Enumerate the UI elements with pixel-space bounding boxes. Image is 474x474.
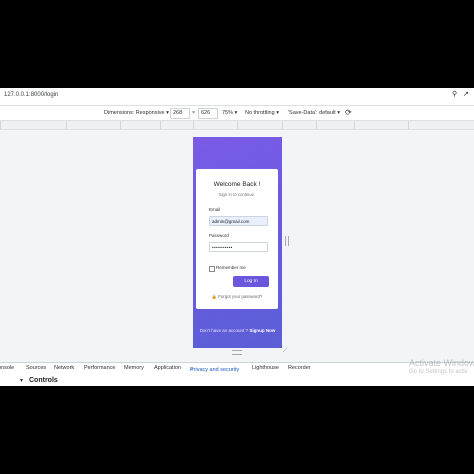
device-toolbar: Dimensions: Responsive ▾ 268 × 626 75% ▾… bbox=[0, 106, 474, 121]
tab-sources[interactable]: Sources bbox=[26, 365, 46, 371]
login-card: Welcome Back ! Sign in to continue. Emai… bbox=[196, 169, 278, 309]
resize-corner-icon[interactable]: ⟋ bbox=[283, 348, 287, 355]
forgot-password-label: Forgot your password? bbox=[218, 294, 263, 299]
width-value: 268 bbox=[173, 110, 183, 116]
save-data-label: 'Save-Data': default bbox=[288, 110, 336, 116]
browser-window: 127.0.0.1:8000/login ⚲ ↗ Dimensions: Res… bbox=[0, 88, 474, 386]
zoom-icon[interactable]: ⚲ bbox=[452, 91, 460, 99]
remember-label: Remember me bbox=[216, 265, 246, 270]
activation-watermark: Activate Window bbox=[409, 358, 474, 368]
forgot-password-link[interactable]: 🔒 Forgot your password? bbox=[196, 294, 278, 300]
resize-handle-bottom[interactable] bbox=[232, 350, 242, 355]
url-text[interactable]: 127.0.0.1:8000/login bbox=[4, 92, 58, 98]
panel-title: Controls bbox=[29, 377, 58, 384]
dimensions-label: Dimensions: Responsive bbox=[104, 110, 165, 116]
tab-application[interactable]: Application bbox=[154, 365, 181, 371]
remember-checkbox[interactable] bbox=[209, 266, 215, 272]
media-query-bar bbox=[0, 121, 474, 130]
email-field[interactable]: admin@gmail.com bbox=[209, 216, 268, 226]
width-input[interactable]: 268 bbox=[170, 108, 190, 119]
close-icon[interactable]: × bbox=[190, 367, 193, 373]
dimensions-dropdown[interactable]: Dimensions: Responsive ▾ bbox=[104, 110, 169, 116]
share-icon[interactable]: ↗ bbox=[463, 91, 471, 99]
chevron-down-icon: ▾ bbox=[337, 110, 340, 116]
throttling-label: No throttling bbox=[245, 110, 275, 116]
login-button[interactable]: Log In bbox=[233, 276, 269, 287]
password-field[interactable]: •••••••••• bbox=[209, 242, 268, 252]
chevron-down-icon[interactable]: ▾ bbox=[20, 377, 23, 384]
signup-prompt-text: Don't have an account ? bbox=[199, 328, 249, 333]
tab-console[interactable]: onsole bbox=[0, 365, 14, 371]
tab-performance[interactable]: Performance bbox=[84, 365, 116, 371]
signup-prompt: Don't have an account ? Signup Now bbox=[193, 328, 282, 333]
tab-recorder[interactable]: Recorder bbox=[288, 365, 311, 371]
lock-icon: 🔒 bbox=[211, 294, 218, 299]
chevron-down-icon: ▾ bbox=[234, 110, 238, 116]
save-data-dropdown[interactable]: 'Save-Data': default ▾ bbox=[288, 110, 340, 116]
zoom-label: 75% bbox=[222, 110, 234, 116]
signup-link[interactable]: Signup Now bbox=[249, 328, 275, 333]
times-symbol: × bbox=[192, 110, 196, 116]
address-bar: 127.0.0.1:8000/login ⚲ ↗ bbox=[0, 88, 474, 106]
height-input[interactable]: 626 bbox=[198, 108, 218, 119]
email-label: Email bbox=[209, 207, 221, 212]
login-title: Welcome Back ! bbox=[213, 181, 261, 188]
controls-panel: ▾ Controls bbox=[0, 375, 474, 386]
tab-privacy-security-label: Privacy and security bbox=[190, 367, 240, 373]
password-label: Password bbox=[209, 233, 229, 238]
devtools-tab-bar: onsole Sources Network Performance Memor… bbox=[0, 362, 474, 375]
login-subtitle: Sign in to continue. bbox=[218, 192, 256, 197]
throttling-dropdown[interactable]: No throttling ▾ bbox=[245, 110, 279, 116]
activation-watermark-sub: Go to Settings to activ bbox=[409, 369, 468, 375]
tab-lighthouse[interactable]: Lighthouse bbox=[252, 365, 279, 371]
zoom-dropdown[interactable]: 75% ▾ bbox=[222, 110, 237, 116]
device-viewport: Welcome Back ! Sign in to continue. Emai… bbox=[193, 137, 282, 348]
rotate-icon[interactable]: ⟳ bbox=[345, 108, 352, 117]
tab-memory[interactable]: Memory bbox=[124, 365, 144, 371]
height-value: 626 bbox=[201, 110, 211, 116]
resize-handle-right[interactable] bbox=[285, 236, 289, 246]
tab-network[interactable]: Network bbox=[54, 365, 74, 371]
chevron-down-icon: ▾ bbox=[276, 110, 279, 116]
chevron-down-icon: ▾ bbox=[166, 110, 169, 116]
